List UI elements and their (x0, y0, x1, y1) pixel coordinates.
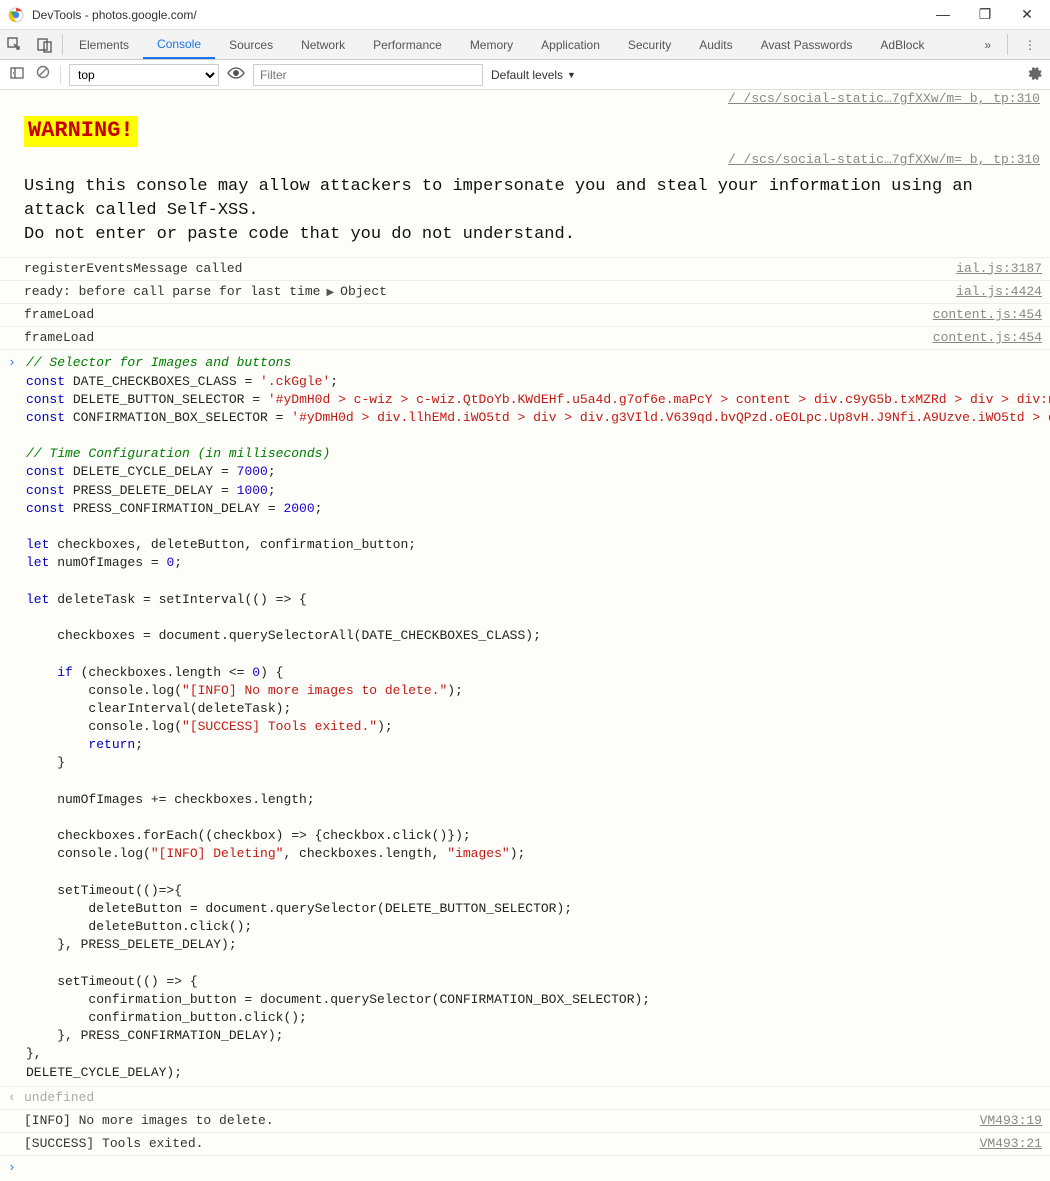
source-link[interactable]: VM493:21 (980, 1135, 1042, 1153)
source-link[interactable]: ial.js:4424 (956, 283, 1042, 301)
devtools-tabsbar: ElementsConsoleSourcesNetworkPerformance… (0, 30, 1050, 60)
log-row: [INFO] No more images to delete.VM493:19 (0, 1110, 1050, 1133)
window-titlebar: DevTools - photos.google.com/ — ❐ ✕ (0, 0, 1050, 30)
warning-body: Using this console may allow attackers t… (0, 169, 1050, 257)
console-prompt[interactable]: › (0, 1156, 1050, 1180)
console-filter-input[interactable] (253, 64, 483, 86)
tab-security[interactable]: Security (614, 30, 685, 59)
log-message: [SUCCESS] Tools exited. (24, 1135, 980, 1153)
source-link[interactable]: /_/scs/social-static…7gfXXw/m=_b,_tp:310 (0, 151, 1050, 169)
log-row: [SUCCESS] Tools exited.VM493:21 (0, 1133, 1050, 1156)
console-settings-icon[interactable] (1026, 65, 1042, 84)
devtools-menu-button[interactable]: ⋮ (1010, 30, 1050, 59)
inspect-element-icon[interactable] (0, 30, 30, 59)
source-link[interactable]: VM493:19 (980, 1112, 1042, 1130)
log-row: frameLoad content.js:454 (0, 304, 1050, 327)
chrome-icon (8, 7, 24, 23)
console-body: /_/scs/social-static…7gfXXw/m=_b,_tp:310… (0, 90, 1050, 1181)
tab-avast-passwords[interactable]: Avast Passwords (747, 30, 867, 59)
tab-audits[interactable]: Audits (685, 30, 746, 59)
log-message: frameLoad (24, 329, 921, 347)
tab-application[interactable]: Application (527, 30, 614, 59)
window-title: DevTools - photos.google.com/ (32, 8, 197, 22)
source-link[interactable]: content.js:454 (933, 329, 1042, 347)
warning-badge: WARNING! (24, 116, 138, 147)
tab-console[interactable]: Console (143, 30, 215, 59)
source-link[interactable]: /_/scs/social-static…7gfXXw/m=_b,_tp:310 (0, 90, 1050, 108)
console-sidebar-toggle-icon[interactable] (8, 66, 26, 83)
tab-performance[interactable]: Performance (359, 30, 456, 59)
log-levels-dropdown[interactable]: Default levels▼ (491, 68, 576, 82)
object-expander[interactable]: Object (340, 284, 387, 299)
log-message: registerEventsMessage called (24, 260, 944, 278)
prompt-icon: › (8, 354, 16, 372)
tabs-overflow-button[interactable]: » (970, 30, 1005, 59)
tab-sources[interactable]: Sources (215, 30, 287, 59)
device-toggle-icon[interactable] (30, 30, 60, 59)
window-minimize-button[interactable]: — (934, 6, 952, 23)
log-message: frameLoad (24, 306, 921, 324)
window-maximize-button[interactable]: ❐ (976, 6, 994, 23)
clear-console-icon[interactable] (34, 65, 52, 84)
log-message: ready: before call parse for last time ▶… (24, 283, 944, 301)
live-expression-icon[interactable] (227, 66, 245, 83)
warning-row: WARNING! (0, 108, 1050, 151)
log-message: [INFO] No more images to delete. (24, 1112, 980, 1130)
tab-elements[interactable]: Elements (65, 30, 143, 59)
log-row: frameLoad content.js:454 (0, 327, 1050, 350)
console-input-code: › // Selector for Images and buttonscons… (0, 350, 1050, 1087)
tab-network[interactable]: Network (287, 30, 359, 59)
window-close-button[interactable]: ✕ (1018, 6, 1036, 23)
context-selector[interactable]: top (69, 64, 219, 86)
return-value: undefined (0, 1087, 1050, 1110)
source-link[interactable]: ial.js:3187 (956, 260, 1042, 278)
tab-memory[interactable]: Memory (456, 30, 527, 59)
log-row: registerEventsMessage called ial.js:3187 (0, 258, 1050, 281)
console-toolbar: top Default levels▼ (0, 60, 1050, 90)
tab-adblock[interactable]: AdBlock (866, 30, 938, 59)
log-row: ready: before call parse for last time ▶… (0, 281, 1050, 304)
source-link[interactable]: content.js:454 (933, 306, 1042, 324)
